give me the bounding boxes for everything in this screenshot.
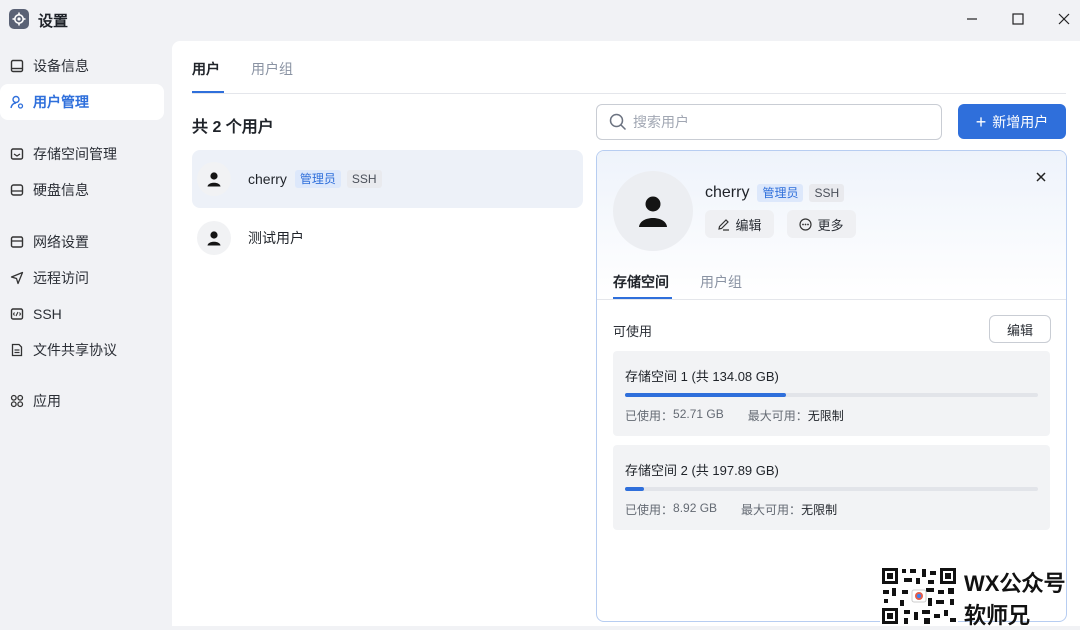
user-list-item[interactable]: 测试用户 — [192, 209, 583, 267]
sidebar-item-device-info[interactable]: 设备信息 — [0, 48, 164, 84]
volume-stats: 已使用： 52.71 GB 最大可用： 无限制 — [625, 407, 844, 424]
active-tab-indicator — [192, 91, 224, 93]
detail-name-row: cherry 管理员 SSH — [705, 184, 845, 202]
sidebar-item-label: 存储空间管理 — [33, 146, 117, 162]
add-user-button[interactable]: + 新增用户 — [958, 104, 1066, 139]
sidebar-item-label: 文件共享协议 — [33, 342, 117, 358]
user-detail-panel: cherry 管理员 SSH 编辑 更多 存储空间 用户组 可使用 编辑 存储空… — [596, 150, 1067, 622]
usage-bar — [625, 393, 1038, 397]
admin-badge: 管理员 — [757, 184, 804, 202]
qr-code-icon — [880, 566, 958, 626]
max-label: 最大可用： — [741, 503, 802, 517]
tab-users[interactable]: 用户 — [192, 59, 220, 79]
sidebar-item-label: 远程访问 — [33, 270, 89, 286]
volume-stats: 已使用： 8.92 GB 最大可用： 无限制 — [625, 501, 837, 518]
admin-badge: 管理员 — [294, 170, 341, 188]
terminal-icon — [9, 306, 25, 322]
ssh-badge: SSH — [809, 184, 845, 202]
sidebar-item-label: 用户管理 — [33, 94, 89, 110]
window-title: 设置 — [38, 13, 69, 30]
active-tab-indicator — [613, 297, 672, 299]
watermark-line2: 软师兄 — [964, 603, 1031, 628]
search-input[interactable]: 搜索用户 — [596, 104, 942, 140]
sidebar-item-file-sharing[interactable]: 文件共享协议 — [0, 332, 164, 368]
detail-user-name: cherry — [705, 184, 750, 201]
search-icon — [609, 113, 627, 131]
usage-bar — [625, 487, 1038, 491]
available-label: 可使用 — [613, 324, 653, 339]
watermark-line1: WX公众号 — [964, 571, 1066, 596]
tab-user-groups[interactable]: 用户组 — [251, 59, 293, 79]
user-count: 共 2 个用户 — [192, 119, 274, 136]
sidebar-item-storage-management[interactable]: 存储空间管理 — [0, 136, 164, 172]
send-icon — [9, 270, 25, 286]
edit-storage-button[interactable]: 编辑 — [989, 315, 1051, 343]
settings-gear-icon — [9, 9, 29, 29]
volume-title: 存储空间 2 (共 197.89 GB) — [625, 463, 779, 478]
tab-storage[interactable]: 存储空间 — [613, 272, 669, 292]
tab-detail-user-groups[interactable]: 用户组 — [700, 272, 742, 292]
main-panel: 用户 用户组 共 2 个用户 搜索用户 + 新增用户 cherry 管理员 SS… — [172, 41, 1080, 626]
user-icon — [9, 94, 25, 110]
usage-bar-fill — [625, 487, 644, 491]
sidebar-item-apps[interactable]: 应用 — [0, 383, 164, 419]
monitor-icon — [9, 58, 25, 74]
sidebar-item-disk-info[interactable]: 硬盘信息 — [0, 172, 164, 208]
pencil-icon — [717, 217, 731, 231]
search-placeholder: 搜索用户 — [633, 114, 689, 130]
detail-tabs: 存储空间 用户组 — [597, 261, 1066, 300]
apps-icon — [9, 393, 25, 409]
top-tabs: 用户 用户组 — [192, 41, 1066, 94]
person-icon — [207, 172, 221, 187]
user-name: cherry — [248, 171, 287, 187]
sidebar-item-label: 应用 — [33, 393, 61, 409]
close-icon[interactable] — [1031, 167, 1051, 187]
edit-user-label: 编辑 — [735, 217, 762, 233]
plus-icon: + — [975, 111, 987, 132]
maximize-button[interactable] — [1005, 8, 1031, 30]
max-value: 无限制 — [807, 409, 844, 423]
user-list-item[interactable]: cherry 管理员 SSH — [192, 150, 583, 208]
used-value: 8.92 GB — [673, 501, 718, 515]
close-window-button[interactable] — [1051, 8, 1077, 30]
sidebar-item-label: 设备信息 — [33, 58, 89, 74]
used-label: 已使用： — [625, 409, 674, 423]
disk-icon — [9, 182, 25, 198]
more-button[interactable]: 更多 — [787, 210, 856, 238]
add-user-label: 新增用户 — [992, 113, 1049, 130]
network-icon — [9, 234, 25, 250]
sidebar-item-label: 硬盘信息 — [33, 182, 89, 198]
avatar — [197, 221, 231, 255]
user-name: 测试用户 — [248, 230, 304, 246]
max-label: 最大可用： — [747, 409, 808, 423]
used-label: 已使用： — [625, 503, 674, 517]
sidebar-item-ssh[interactable]: SSH — [0, 296, 164, 332]
sidebar-item-remote-access[interactable]: 远程访问 — [0, 260, 164, 296]
person-icon — [639, 196, 667, 227]
more-icon — [799, 217, 813, 231]
usage-bar-fill — [625, 393, 787, 397]
sidebar-item-user-management[interactable]: 用户管理 — [0, 84, 164, 120]
title-bar: 设置 — [0, 0, 1080, 40]
max-value: 无限制 — [801, 503, 838, 517]
sidebar-item-label: 网络设置 — [33, 234, 89, 250]
avatar — [613, 171, 693, 251]
edit-user-button[interactable]: 编辑 — [705, 210, 774, 238]
volume-title: 存储空间 1 (共 134.08 GB) — [625, 369, 779, 384]
more-label: 更多 — [817, 217, 844, 233]
watermark: WX公众号 软师兄 — [880, 566, 1080, 628]
avatar — [197, 162, 231, 196]
sidebar-item-label: SSH — [33, 306, 62, 322]
storage-icon — [9, 146, 25, 162]
used-value: 52.71 GB — [673, 407, 724, 421]
storage-volume-card: 存储空间 2 (共 197.89 GB) 已使用： 8.92 GB 最大可用： … — [613, 445, 1050, 530]
ssh-badge: SSH — [346, 170, 382, 188]
person-icon — [207, 231, 221, 246]
minimize-button[interactable] — [959, 8, 985, 30]
sidebar-item-network-settings[interactable]: 网络设置 — [0, 224, 164, 260]
document-icon — [9, 342, 25, 358]
storage-volume-card: 存储空间 1 (共 134.08 GB) 已使用： 52.71 GB 最大可用：… — [613, 351, 1050, 436]
